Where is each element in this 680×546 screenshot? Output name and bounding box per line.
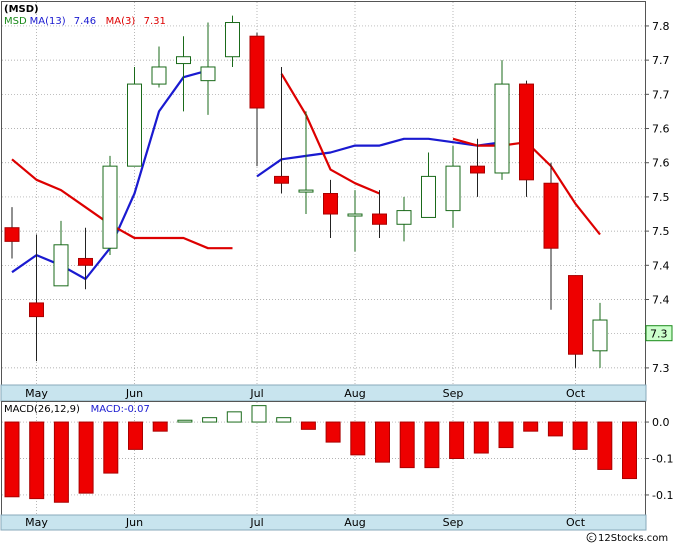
macd-bar <box>523 421 539 432</box>
candle-body <box>102 165 118 249</box>
last-price-label: 7.3 <box>650 328 668 341</box>
macd-bar <box>498 421 514 449</box>
macd-y-tick-label: 0.0 <box>652 416 670 429</box>
watermark: c 12Stocks.com <box>586 532 668 544</box>
price-y-tick-label: 7.8 <box>652 20 670 33</box>
macd-bar <box>622 421 637 480</box>
price-legend-item: MA(3) <box>106 16 136 27</box>
price-x-tick-label: Jun <box>125 387 143 400</box>
candle-body <box>421 175 436 218</box>
candle-body <box>29 302 44 318</box>
price-x-tick-label: Aug <box>344 387 365 400</box>
candle-body <box>494 83 510 174</box>
price-y-tick-label: 7.6 <box>652 157 670 170</box>
candle <box>568 275 583 368</box>
macd-x-tick-label: Oct <box>566 516 586 529</box>
macd-bar <box>325 421 341 443</box>
candle-body <box>347 213 363 217</box>
macd-bar <box>547 421 563 437</box>
candle-body <box>78 257 93 266</box>
macd-bar <box>350 421 366 456</box>
macd-bar <box>375 421 390 463</box>
macd-x-tick-label: May <box>25 516 48 529</box>
macd-bar <box>29 421 45 500</box>
candle-body <box>298 189 314 193</box>
svg-text:12Stocks.com: 12Stocks.com <box>598 533 668 544</box>
candle-body <box>568 275 583 355</box>
macd-bar <box>4 421 20 498</box>
macd-legend: MACD(26,12,9) MACD:-0.07 <box>4 404 150 415</box>
candle-body <box>592 319 608 352</box>
candle-body <box>53 244 69 287</box>
candle-body <box>274 175 289 184</box>
price-x-tick-label: Oct <box>566 387 586 400</box>
candle <box>519 80 534 197</box>
candle-body <box>543 182 559 249</box>
price-legend-item: MA(13) <box>30 16 66 27</box>
macd-bar <box>424 421 440 469</box>
price-y-tick-label: 7.7 <box>652 88 670 101</box>
date-band-price <box>0 384 647 402</box>
price-x-tick-label: Sep <box>443 387 464 400</box>
candle <box>102 155 118 256</box>
candle-body <box>151 66 167 85</box>
macd-bar <box>276 417 292 423</box>
candle-body <box>323 193 338 215</box>
last-price-tag: 7.3 <box>645 325 673 342</box>
macd-bar <box>300 421 316 430</box>
macd-bar <box>473 421 489 454</box>
price-legend-item: MSD <box>4 16 27 27</box>
macd-bar <box>449 421 465 460</box>
candle-body <box>396 210 412 225</box>
macd-legend-item: MACD(26,12,9) <box>4 404 80 415</box>
macd-legend-item: MACD:-0.07 <box>91 404 150 415</box>
candle-body <box>372 213 387 225</box>
price-y-tick-label: 7.4 <box>652 259 670 272</box>
candle-body <box>200 66 216 82</box>
macd-bar <box>103 421 119 474</box>
price-legend-item: 7.31 <box>144 16 166 27</box>
macd-bar <box>572 421 588 450</box>
macd-bar <box>399 421 415 469</box>
price-y-tick-label: 7.3 <box>652 362 670 375</box>
price-y-tick-label: 7.5 <box>652 191 670 204</box>
candle-body <box>470 165 485 174</box>
stock-chart: 7.37.37.47.47.57.57.67.67.77.77.8 (MSD) … <box>0 0 680 546</box>
price-y-tick-label: 7.6 <box>652 123 670 136</box>
price-y-tick-label: 7.7 <box>652 54 670 67</box>
candle-body <box>4 227 20 242</box>
macd-y-tick-label: -0.1 <box>652 453 673 466</box>
macd-x-tick-label: Sep <box>443 516 464 529</box>
macd-bar <box>128 421 143 450</box>
macd-bar <box>251 405 267 423</box>
macd-bar <box>202 417 218 423</box>
chart-title: (MSD) <box>4 4 39 15</box>
macd-bar <box>78 421 94 494</box>
svg-text:c: c <box>589 534 593 542</box>
macd-bar <box>53 421 69 503</box>
macd-bar <box>597 421 613 470</box>
candle-body <box>225 22 240 58</box>
candle-body <box>127 83 142 167</box>
price-y-tick-label: 7.4 <box>652 294 670 307</box>
macd-bar <box>177 419 193 423</box>
candle-body <box>176 56 191 65</box>
candle-body <box>519 83 534 181</box>
price-y-tick-label: 7.5 <box>652 225 670 238</box>
macd-bar <box>226 411 242 423</box>
candle-body <box>249 35 265 109</box>
macd-y-tick-label: -0.1 <box>652 489 673 502</box>
candle-body <box>445 165 461 212</box>
date-band-macd <box>0 514 647 531</box>
macd-x-tick-label: Jun <box>125 516 143 529</box>
macd-x-tick-label: Aug <box>344 516 365 529</box>
macd-bar <box>152 421 168 432</box>
price-x-tick-label: May <box>25 387 48 400</box>
price-legend-item: 7.46 <box>74 16 96 27</box>
macd-x-tick-label: Jul <box>249 516 263 529</box>
price-x-tick-label: Jul <box>249 387 263 400</box>
